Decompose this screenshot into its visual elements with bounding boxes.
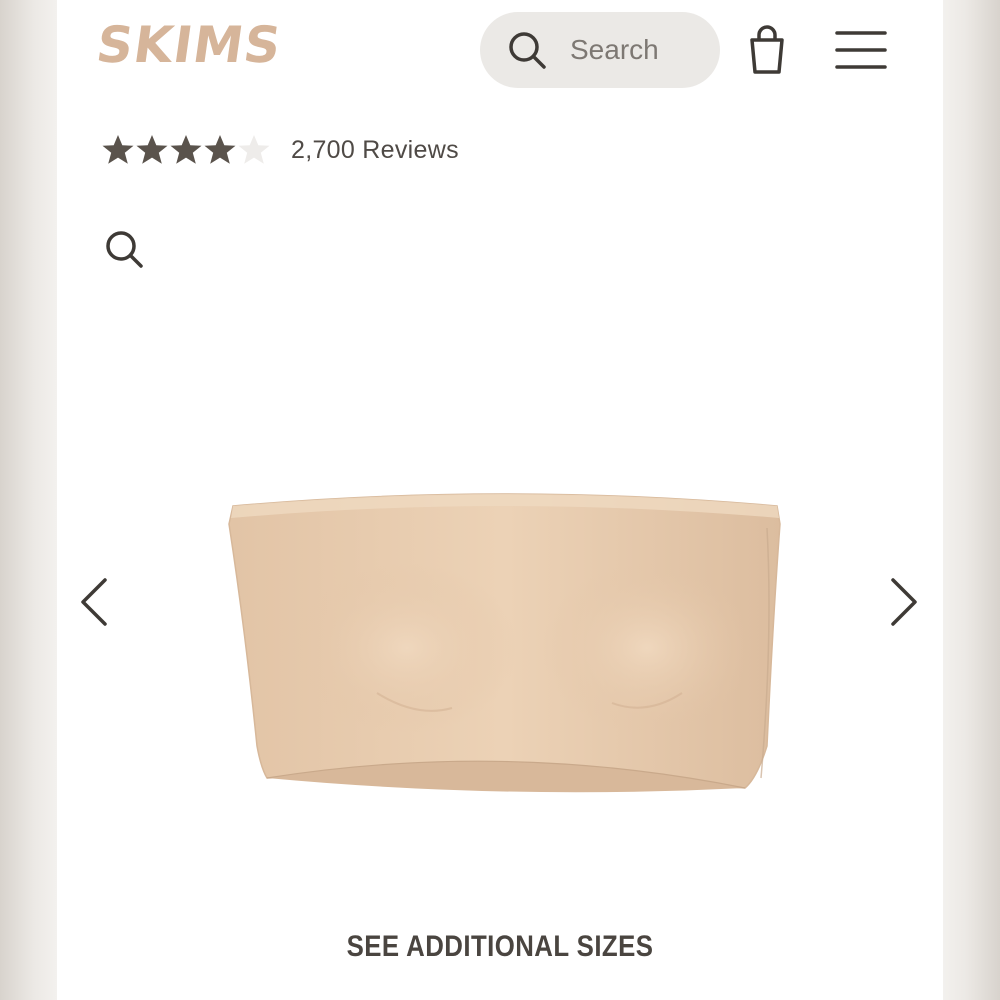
search-icon — [506, 29, 548, 71]
chevron-left-icon[interactable] — [77, 574, 111, 630]
star-filled-icon — [101, 133, 135, 167]
background-edge-right — [943, 0, 1000, 1000]
star-rating — [101, 133, 271, 167]
zoom-search-icon[interactable] — [103, 228, 147, 272]
reviews-count-link[interactable]: 2,700 Reviews — [291, 136, 459, 165]
star-filled-icon — [169, 133, 203, 167]
product-page: SKIMS Search 2,700 Reviews SEE ADDITIONA… — [57, 0, 943, 1000]
search-placeholder: Search — [570, 34, 659, 65]
star-filled-icon — [203, 133, 237, 167]
skims-logo[interactable]: SKIMS — [93, 14, 286, 76]
see-additional-sizes-link[interactable]: SEE ADDITIONAL SIZES — [119, 930, 881, 964]
shopping-bag-icon[interactable] — [745, 24, 789, 76]
product-rating[interactable]: 2,700 Reviews — [101, 130, 459, 170]
star-empty-icon — [237, 133, 271, 167]
background-edge-left — [0, 0, 57, 1000]
hamburger-menu-icon[interactable] — [835, 30, 887, 70]
search-bar[interactable]: Search — [480, 12, 720, 88]
star-filled-icon — [135, 133, 169, 167]
chevron-right-icon[interactable] — [887, 574, 921, 630]
strapless-bandeau-top-image — [227, 478, 783, 808]
